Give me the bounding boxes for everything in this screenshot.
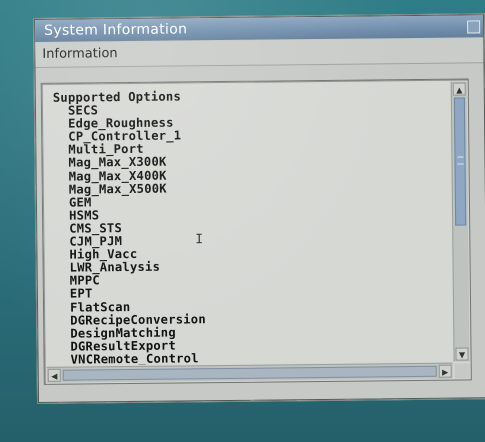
titlebar[interactable]: System Information (35, 15, 484, 42)
menu-item-information[interactable]: Information (42, 46, 117, 62)
system-information-window: System Information Information Supported… (33, 13, 485, 404)
information-text-area[interactable]: Supported Options SECS Edge_Roughness CP_C… (43, 81, 453, 366)
desktop: System Information Information Supported… (0, 0, 485, 442)
arrow-up-icon[interactable]: ▲ (452, 82, 466, 96)
horizontal-scroll-thumb[interactable] (62, 365, 437, 381)
option-item: VNCRemote_Control (70, 351, 199, 366)
window-title: System Information (44, 21, 188, 39)
arrow-down-icon[interactable]: ▼ (455, 347, 469, 361)
menubar: Information (35, 38, 484, 68)
close-icon[interactable] (467, 20, 481, 34)
arrow-right-icon[interactable]: ▶ (438, 364, 452, 378)
grip-icon (457, 156, 464, 165)
vertical-scrollbar[interactable]: ▲ ▼ (450, 81, 470, 362)
arrow-left-icon[interactable]: ◀ (47, 368, 61, 382)
scrollbar-corner (454, 363, 470, 379)
information-panel: Supported Options SECS Edge_Roughness CP_C… (40, 78, 472, 385)
vertical-scroll-thumb[interactable] (453, 97, 467, 226)
supported-options-list: Supported Options SECS Edge_Roughness CP_C… (53, 89, 207, 366)
text-cursor-icon: I (195, 232, 204, 248)
horizontal-scrollbar[interactable]: ◀ ▶ (46, 362, 453, 383)
